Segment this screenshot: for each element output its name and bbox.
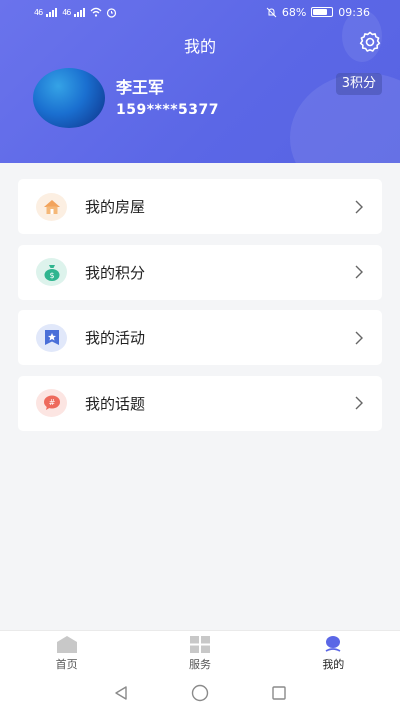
bottom-tab-bar: 首页 服务 我的 bbox=[0, 630, 400, 675]
signal-icon bbox=[46, 7, 58, 17]
battery-icon bbox=[311, 7, 334, 17]
menu-item-label: 我的话题 bbox=[85, 394, 146, 413]
profile-header: 46 46 68% 09:36 我的 李王军 159****5377 3积分 bbox=[0, 0, 400, 163]
home-icon bbox=[56, 636, 77, 653]
tab-service[interactable]: 服务 bbox=[133, 631, 266, 675]
home-circle-icon[interactable] bbox=[191, 684, 209, 702]
status-bar: 46 46 68% 09:36 bbox=[0, 0, 400, 24]
clock: 09:36 bbox=[338, 5, 370, 19]
battery-percent: 68% bbox=[281, 5, 307, 19]
signal-label: 46 bbox=[34, 7, 43, 17]
menu-item-label: 我的积分 bbox=[85, 263, 146, 282]
menu-item-house[interactable]: 我的房屋 bbox=[18, 179, 382, 234]
menu-item-points[interactable]: $ 我的积分 bbox=[18, 244, 382, 300]
system-nav-bar bbox=[0, 675, 400, 711]
back-icon[interactable] bbox=[113, 685, 129, 701]
tab-label: 我的 bbox=[322, 658, 345, 671]
alarm-icon bbox=[107, 7, 117, 18]
hash-bubble-icon: # bbox=[36, 389, 67, 417]
chevron-right-icon bbox=[355, 396, 363, 410]
gear-icon[interactable] bbox=[358, 30, 382, 54]
signal-icon bbox=[74, 7, 86, 17]
grid-icon bbox=[189, 636, 210, 653]
tab-mine[interactable]: 我的 bbox=[267, 631, 400, 675]
menu-list: 我的房屋 $ 我的积分 我的活动 # 我的话题 bbox=[18, 179, 382, 441]
page-title: 我的 bbox=[183, 37, 216, 56]
chevron-right-icon bbox=[355, 331, 363, 344]
recents-icon[interactable] bbox=[271, 685, 287, 701]
menu-item-label: 我的活动 bbox=[85, 329, 146, 347]
svg-text:$: $ bbox=[49, 271, 54, 280]
wifi-icon bbox=[90, 7, 102, 17]
points-badge[interactable]: 3积分 bbox=[335, 73, 382, 95]
avatar[interactable] bbox=[33, 68, 105, 128]
user-phone: 159****5377 bbox=[116, 102, 219, 118]
money-bag-icon: $ bbox=[36, 258, 67, 286]
tab-label: 服务 bbox=[188, 658, 211, 671]
chevron-right-icon bbox=[355, 200, 363, 213]
user-icon bbox=[325, 636, 341, 652]
menu-item-activity[interactable]: 我的活动 bbox=[18, 310, 382, 365]
mute-bell-icon bbox=[266, 7, 277, 17]
signal-label: 46 bbox=[62, 7, 71, 17]
menu-item-label: 我的房屋 bbox=[85, 198, 146, 216]
tab-label: 首页 bbox=[55, 658, 78, 671]
chevron-right-icon bbox=[355, 265, 363, 279]
menu-item-topic[interactable]: # 我的话题 bbox=[18, 375, 382, 431]
user-name: 李王军 bbox=[116, 78, 165, 97]
tab-home[interactable]: 首页 bbox=[0, 631, 133, 675]
svg-text:#: # bbox=[48, 398, 55, 407]
star-flag-icon bbox=[36, 323, 67, 352]
house-icon bbox=[36, 192, 67, 221]
